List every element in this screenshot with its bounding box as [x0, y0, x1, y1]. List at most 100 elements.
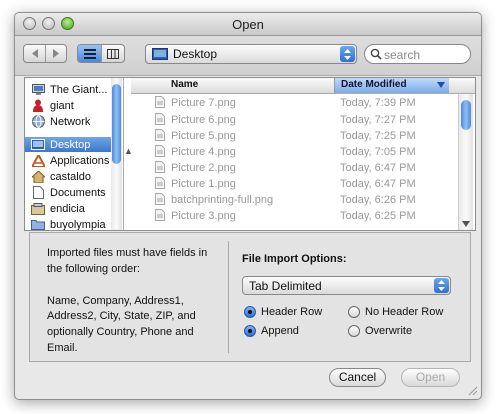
file-name: Picture 6.png — [171, 114, 236, 126]
file-name: Picture 7.png — [171, 97, 236, 109]
file-date: Today, 7:25 PM — [340, 130, 416, 142]
file-date: Today, 6:47 PM — [340, 162, 416, 174]
append-label: Append — [261, 325, 299, 337]
sidebar-item-castaldo[interactable]: castaldo — [25, 169, 111, 184]
file-date: Today, 7:05 PM — [340, 146, 416, 158]
user-home-icon — [30, 99, 46, 112]
column-view-button[interactable] — [102, 45, 124, 62]
sidebar-item-label: endicia — [50, 202, 85, 215]
open-dialog: Open Desktop search The Giant... giant N… — [14, 12, 482, 400]
file-list: Name Date Modified Picture 7.png Today, … — [131, 78, 475, 230]
column-header-name[interactable]: Name — [171, 79, 198, 90]
format-label: Tab Delimited — [249, 279, 322, 293]
resize-grip-icon[interactable] — [467, 385, 478, 396]
panel-divider — [228, 241, 229, 353]
import-options-panel: Imported files must have fields in the f… — [29, 232, 471, 362]
no-header-row-label: No Header Row — [365, 306, 444, 318]
radio-unselected-icon — [348, 306, 360, 318]
location-popup[interactable]: Desktop — [145, 44, 357, 64]
png-file-icon — [155, 113, 165, 128]
list-view-button[interactable] — [78, 45, 101, 62]
file-row[interactable]: Picture 5.png Today, 7:25 PM — [131, 128, 457, 144]
file-date: Today, 7:39 PM — [340, 97, 416, 109]
sidebar: The Giant... giant Network Desktop Appli… — [25, 78, 124, 230]
list-view-icon — [83, 48, 96, 59]
sidebar-item-applications[interactable]: Applications — [25, 153, 111, 168]
sidebar-item-endicia[interactable]: endicia — [25, 201, 111, 216]
file-name: Picture 1.png — [171, 178, 236, 190]
column-header: Name Date Modified — [131, 78, 475, 94]
open-button[interactable]: Open — [401, 368, 460, 387]
sidebar-item-buyolympia[interactable]: buyolympia — [25, 217, 111, 230]
popup-arrows-icon — [434, 278, 449, 293]
radio-selected-icon — [244, 325, 256, 337]
file-row[interactable]: batchprinting-full.png Today, 6:26 PM — [131, 192, 457, 208]
pane-splitter[interactable]: ▲ — [124, 146, 133, 160]
file-list-scroll-thumb[interactable] — [461, 100, 471, 130]
file-name: Picture 2.png — [171, 162, 236, 174]
file-date: Today, 6:25 PM — [340, 210, 416, 222]
file-row[interactable]: Picture 3.png Today, 6:25 PM — [131, 208, 457, 224]
computer-icon — [30, 83, 46, 96]
no-header-row-radio[interactable]: No Header Row — [348, 306, 443, 318]
endicia-icon — [30, 202, 46, 215]
applications-icon — [30, 154, 46, 167]
overwrite-label: Overwrite — [365, 325, 413, 337]
instructions-line-1: Imported files must have fields in the f… — [47, 247, 208, 275]
format-popup[interactable]: Tab Delimited — [242, 276, 451, 295]
location-label: Desktop — [173, 47, 218, 61]
forward-button[interactable] — [46, 45, 66, 62]
file-row[interactable]: Picture 4.png Today, 7:05 PM — [131, 144, 457, 160]
radio-unselected-icon — [348, 325, 360, 337]
file-row[interactable]: Picture 7.png Today, 7:39 PM — [131, 95, 457, 111]
header-row-radio[interactable]: Header Row — [244, 306, 322, 318]
sidebar-item-label: castaldo — [50, 170, 91, 183]
file-browser: The Giant... giant Network Desktop Appli… — [24, 77, 476, 231]
column-header-date-modified[interactable]: Date Modified — [334, 78, 449, 93]
png-file-icon — [155, 209, 165, 224]
radio-selected-icon — [244, 306, 256, 318]
forward-arrow-icon — [53, 49, 59, 58]
cancel-button[interactable]: Cancel — [329, 368, 386, 387]
title-bar: Open — [15, 13, 481, 36]
sidebar-item-giant[interactable]: giant — [25, 98, 111, 113]
sidebar-item-label: Desktop — [50, 138, 91, 151]
png-file-icon — [155, 129, 165, 144]
sidebar-item-computer[interactable]: The Giant... — [25, 82, 111, 97]
search-placeholder: search — [384, 48, 421, 62]
sidebar-item-documents[interactable]: Documents — [25, 185, 111, 200]
back-forward-control — [23, 44, 67, 63]
import-instructions: Imported files must have fields in the f… — [47, 246, 222, 357]
sidebar-item-desktop[interactable]: Desktop — [25, 137, 111, 152]
sidebar-item-label: Applications — [50, 154, 110, 167]
file-row[interactable]: Picture 6.png Today, 7:27 PM — [131, 112, 457, 128]
popup-arrows-icon — [340, 46, 355, 62]
sidebar-scrollbar[interactable] — [111, 78, 122, 230]
file-date: Today, 6:26 PM — [340, 194, 416, 206]
user-home-icon — [30, 170, 46, 183]
header-row-label: Header Row — [261, 306, 323, 318]
sidebar-item-label: giant — [50, 99, 74, 112]
png-file-icon — [155, 193, 165, 208]
back-arrow-icon — [31, 49, 38, 58]
png-file-icon — [155, 145, 165, 160]
file-list-scrollbar[interactable] — [458, 94, 473, 230]
file-name: batchprinting-full.png — [171, 194, 274, 206]
back-button[interactable] — [24, 45, 45, 62]
search-field[interactable]: search — [364, 44, 471, 64]
overwrite-radio[interactable]: Overwrite — [348, 325, 412, 337]
folder-icon — [30, 219, 46, 230]
sidebar-item-network[interactable]: Network — [25, 114, 111, 129]
file-row[interactable]: Picture 1.png Today, 6:47 PM — [131, 176, 457, 192]
sidebar-scroll-thumb[interactable] — [112, 84, 121, 164]
sidebar-item-label: Documents — [50, 186, 106, 199]
file-row[interactable]: Picture 2.png Today, 6:47 PM — [131, 160, 457, 176]
instructions-line-2: Name, Company, Address1, Address2, City,… — [47, 294, 196, 354]
documents-icon — [30, 186, 46, 199]
png-file-icon — [155, 161, 165, 176]
png-file-icon — [155, 177, 165, 192]
append-radio[interactable]: Append — [244, 325, 299, 337]
file-import-options-title: File Import Options: — [242, 253, 347, 265]
file-name: Picture 5.png — [171, 130, 236, 142]
sort-descending-icon — [437, 82, 445, 88]
